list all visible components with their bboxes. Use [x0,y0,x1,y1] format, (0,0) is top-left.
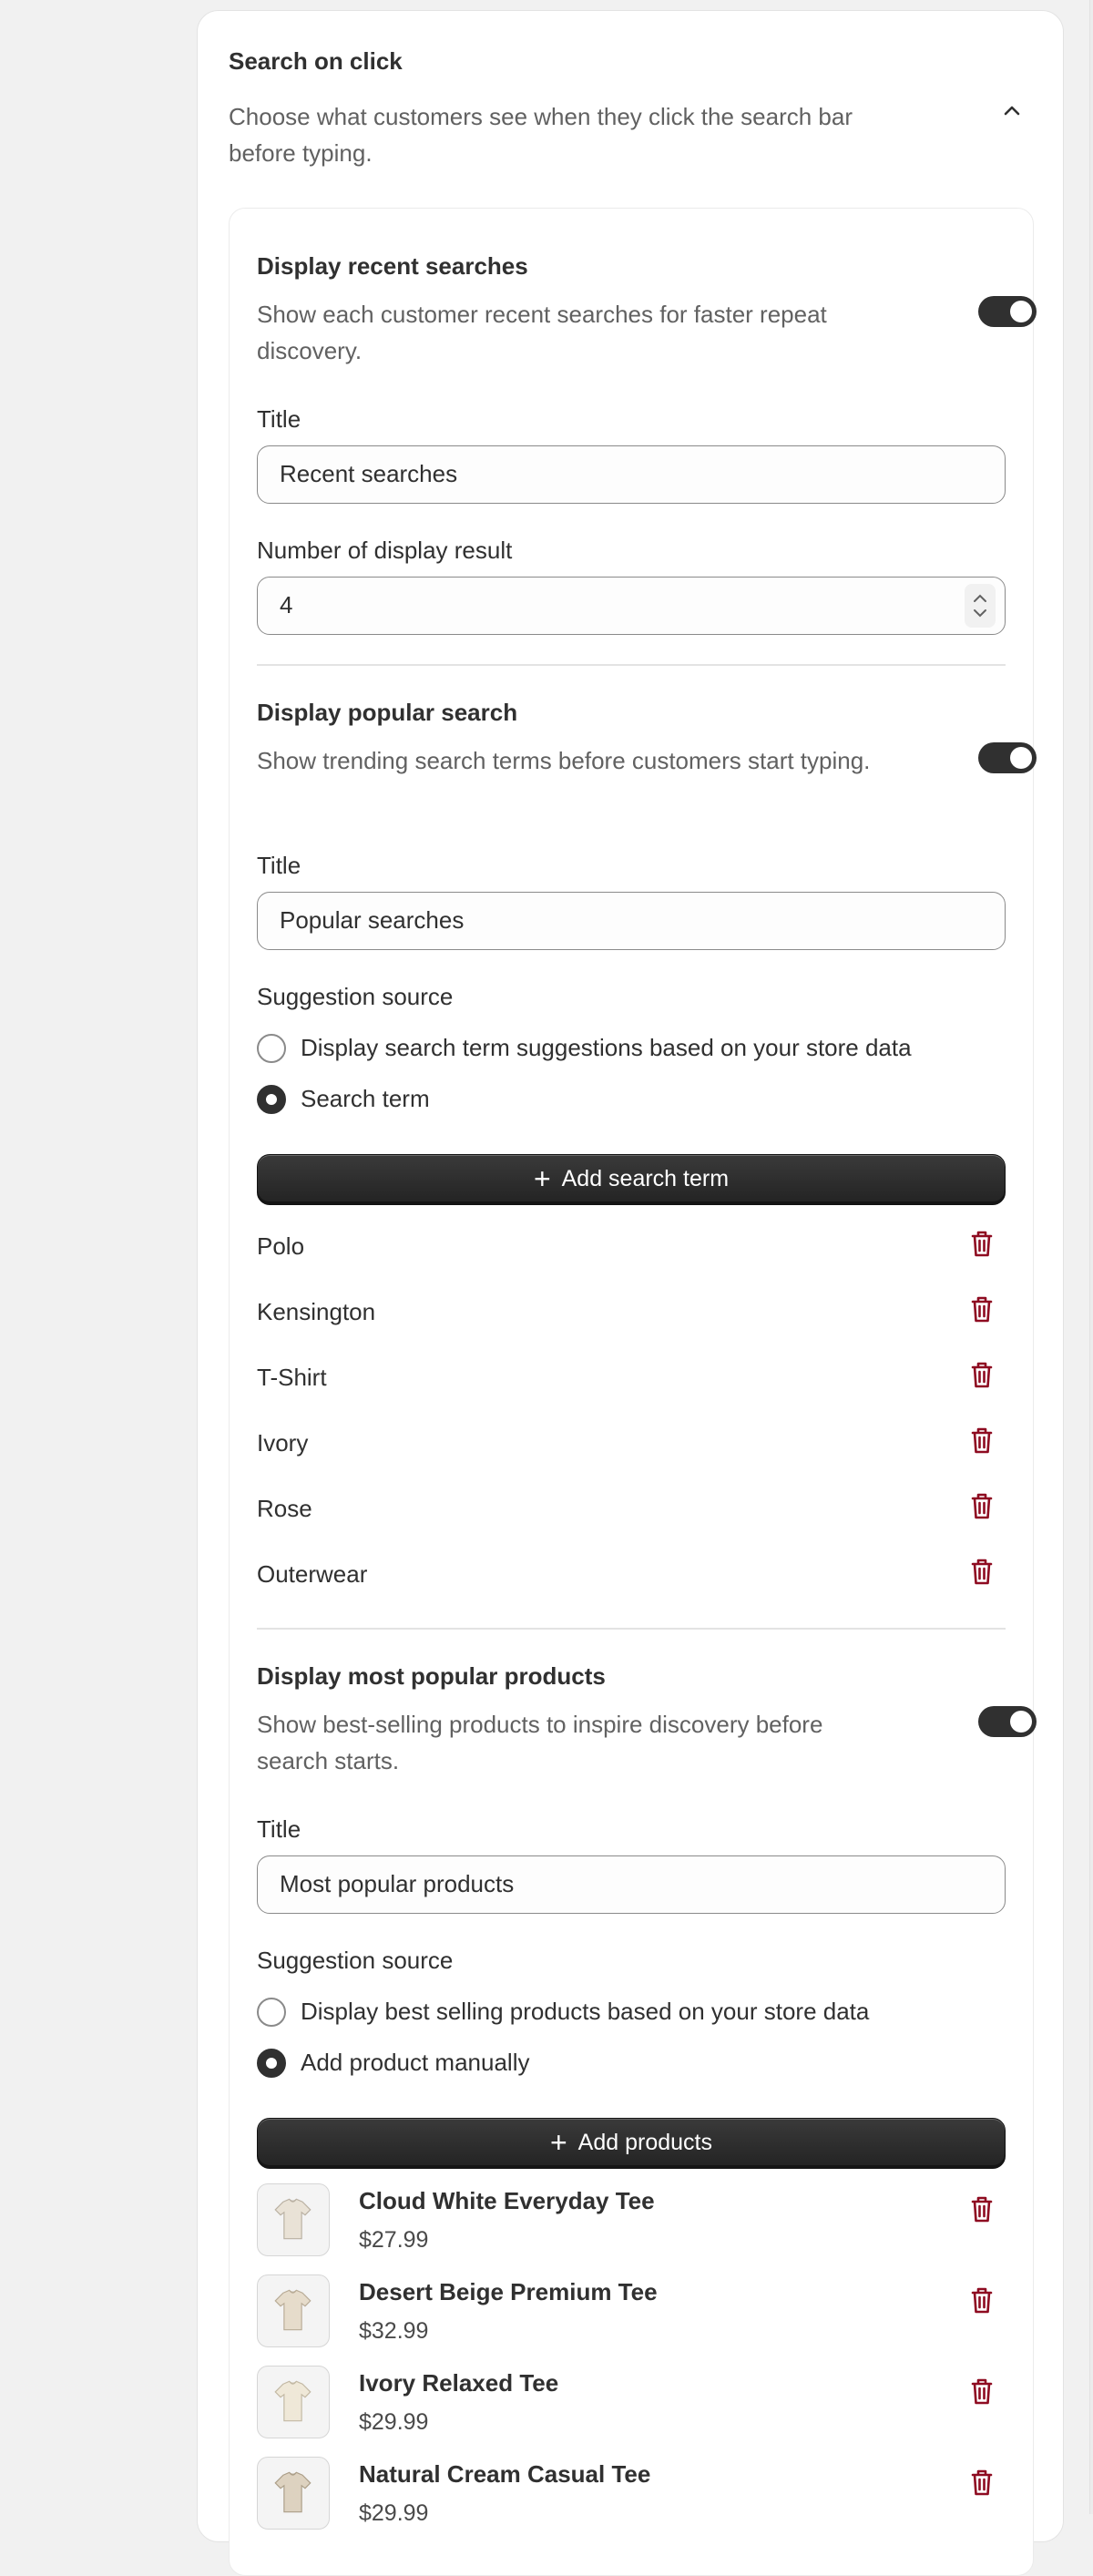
recent-searches-heading: Display recent searches [257,252,528,280]
radio-add-manually-label: Add product manually [301,2049,530,2076]
radio-search-term-label: Search term [301,1085,430,1112]
toggle-knob [1010,301,1032,322]
product-price: $27.99 [359,2227,429,2253]
popular-search-toggle[interactable] [978,742,1037,773]
toggle-knob [1010,1711,1032,1733]
t-shirt-thumbnail [274,2198,312,2240]
product-name: Desert Beige Premium Tee [359,2278,658,2305]
trash-icon[interactable] [969,2468,995,2497]
t-shirt-thumbnail [274,2289,312,2331]
trash-icon[interactable] [969,2285,995,2315]
trash-icon[interactable] [969,2194,995,2223]
trash-icon[interactable] [969,1557,995,1586]
popular-products-heading: Display most popular products [257,1662,606,1690]
add-products-button[interactable]: + Add products [257,2118,1006,2169]
toggle-knob [1010,747,1032,769]
popular-title-input[interactable]: Popular searches [257,892,1006,950]
suggestion-source-label: Suggestion source [257,983,454,1010]
search-term-item: Ivory [257,1429,309,1457]
product-name: Cloud White Everyday Tee [359,2187,655,2214]
add-products-label: Add products [577,2130,712,2155]
recent-title-label: Title [257,405,301,433]
product-thumbnail [257,2274,330,2347]
radio-store-data[interactable] [257,1034,286,1063]
radio-store-data-label: Display search term suggestions based on… [301,1034,912,1061]
trash-icon[interactable] [969,1229,995,1258]
scrollbar-track[interactable] [1089,0,1093,2514]
trash-icon[interactable] [969,1360,995,1389]
divider [257,664,1006,666]
trash-icon[interactable] [969,1426,995,1455]
search-term-item: Kensington [257,1298,376,1325]
products-title-input[interactable]: Most popular products [257,1855,1006,1914]
radio-best-selling-label: Display best selling products based on y… [301,1998,870,2025]
display-result-count-label: Number of display result [257,537,513,564]
popular-search-heading: Display popular search [257,699,518,726]
product-thumbnail [257,2183,330,2256]
popular-title-label: Title [257,852,301,879]
radio-add-manually[interactable] [257,2049,286,2078]
plus-icon: + [533,1162,551,1195]
add-search-term-label: Add search term [561,1166,730,1191]
popular-products-description: Show best-selling products to inspire di… [257,1711,823,1774]
recent-searches-description: Show each customer recent searches for f… [257,301,827,364]
divider [257,1628,1006,1630]
display-result-count-value: 4 [280,591,293,618]
search-term-item: Outerwear [257,1560,368,1588]
product-name: Natural Cream Casual Tee [359,2460,651,2488]
product-thumbnail [257,2366,330,2438]
product-price: $29.99 [359,2409,429,2435]
chevron-up-icon[interactable] [999,98,1025,124]
radio-search-term[interactable] [257,1085,286,1114]
recent-title-input[interactable]: Recent searches [257,445,1006,504]
product-price: $32.99 [359,2318,429,2344]
recent-searches-toggle[interactable] [978,296,1037,327]
search-on-click-settings-panel: Display recent searches Show each custom… [229,208,1037,2576]
trash-icon[interactable] [969,2377,995,2406]
trash-icon[interactable] [969,1294,995,1324]
number-stepper-icon[interactable] [965,584,996,628]
section-description: Choose what customers see when they clic… [229,103,853,167]
t-shirt-thumbnail [274,2380,312,2422]
search-term-item: T-Shirt [257,1364,327,1391]
add-search-term-button[interactable]: + Add search term [257,1154,1006,1205]
product-thumbnail [257,2457,330,2530]
plus-icon: + [549,2126,567,2159]
search-term-item: Rose [257,1495,312,1522]
search-on-click-card: Search on click Choose what customers se… [197,10,1064,2576]
products-suggestion-source-label: Suggestion source [257,1947,454,1974]
radio-best-selling[interactable] [257,1998,286,2027]
popular-products-toggle[interactable] [978,1706,1037,1737]
section-title: Search on click [229,47,403,75]
trash-icon[interactable] [969,1491,995,1520]
products-title-label: Title [257,1815,301,1843]
t-shirt-thumbnail [274,2471,312,2513]
popular-search-description: Show trending search terms before custom… [257,747,871,774]
product-name: Ivory Relaxed Tee [359,2369,559,2397]
display-result-count-input[interactable]: 4 [257,577,1006,635]
search-term-item: Polo [257,1232,305,1260]
